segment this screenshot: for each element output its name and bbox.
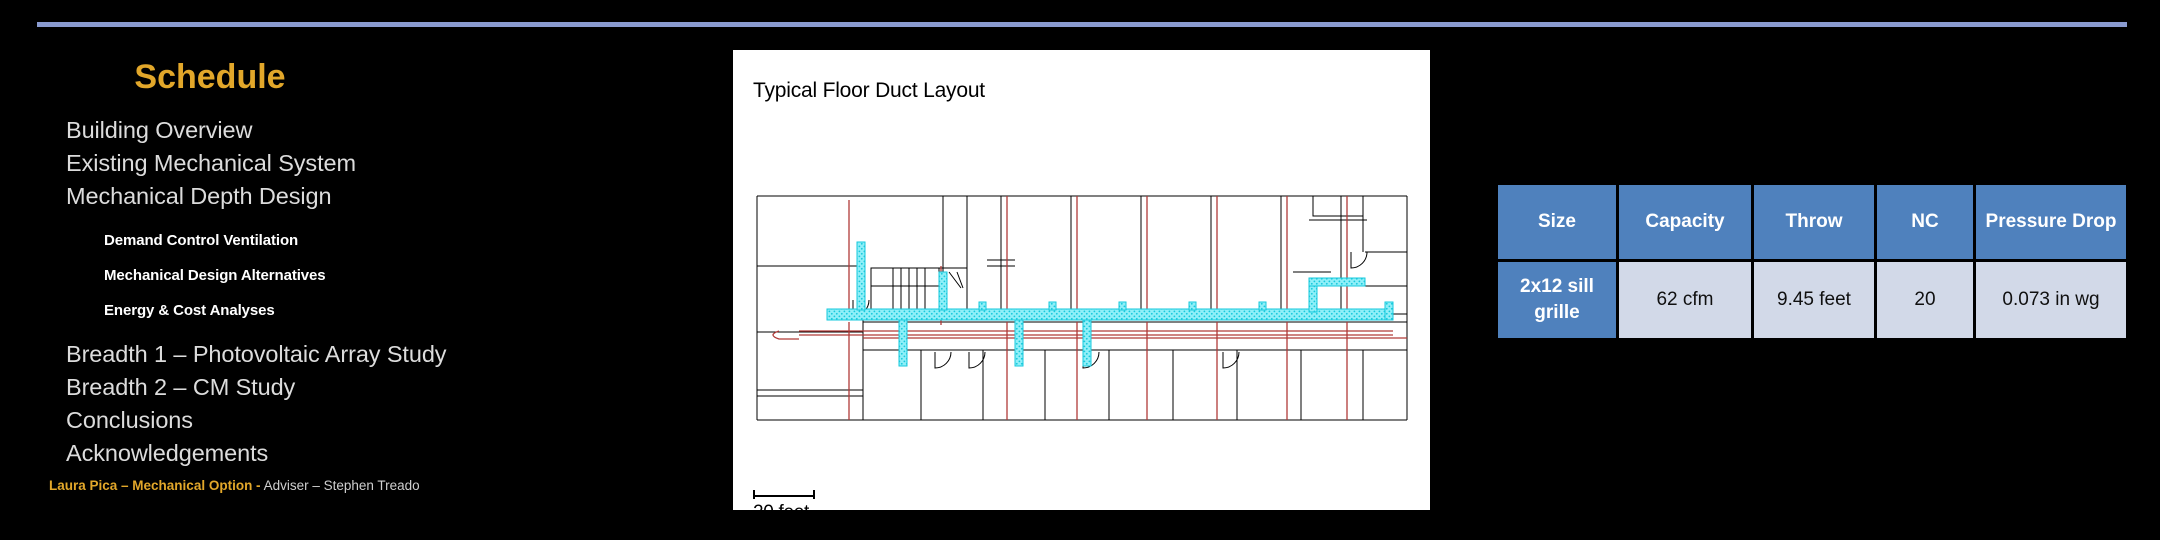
column-header-capacity: Capacity xyxy=(1619,185,1751,259)
cell-throw: 9.45 feet xyxy=(1754,262,1874,338)
scale-bar-label: 20 feet xyxy=(753,502,810,523)
agenda-item-existing-mechanical-system[interactable]: Existing Mechanical System xyxy=(66,147,536,180)
agenda-subitem-energy-cost-analyses[interactable]: Energy & Cost Analyses xyxy=(104,293,536,328)
table-row: 2x12 sill grille 62 cfm 9.45 feet 20 0.0… xyxy=(1498,262,2126,338)
scale-bar: 20 feet xyxy=(753,490,913,524)
slide-footer: Laura Pica – Mechanical Option - Adviser… xyxy=(49,478,420,493)
agenda-item-breadth-1[interactable]: Breadth 1 – Photovoltaic Array Study xyxy=(66,338,536,371)
presentation-slide: Schedule Building Overview Existing Mech… xyxy=(0,0,2160,540)
agenda-subitem-demand-control-ventilation[interactable]: Demand Control Ventilation xyxy=(104,223,536,258)
grille-spec-table-container: Size Capacity Throw NC Pressure Drop 2x1… xyxy=(1495,182,2129,341)
column-header-nc: NC xyxy=(1877,185,1973,259)
agenda-item-mechanical-depth-design[interactable]: Mechanical Depth Design xyxy=(66,180,536,213)
agenda-column: Schedule Building Overview Existing Mech… xyxy=(0,38,530,538)
agenda-item-conclusions[interactable]: Conclusions xyxy=(66,404,536,437)
agenda-list: Building Overview Existing Mechanical Sy… xyxy=(66,114,536,470)
scale-bar-rule xyxy=(753,490,815,499)
cell-pressure-drop: 0.073 in wg xyxy=(1976,262,2126,338)
floor-plan-svg xyxy=(756,195,1408,421)
agenda-item-building-overview[interactable]: Building Overview xyxy=(66,114,536,147)
table-header-row: Size Capacity Throw NC Pressure Drop xyxy=(1498,185,2126,259)
agenda-item-acknowledgements[interactable]: Acknowledgements xyxy=(66,437,536,470)
floor-plan-panel: Typical Floor Duct Layout 20 feet xyxy=(733,50,1430,523)
column-header-throw: Throw xyxy=(1754,185,1874,259)
floor-plan-drawing xyxy=(753,190,1411,425)
footer-adviser: Adviser – Stephen Treado xyxy=(263,478,420,493)
footer-presenter: Laura Pica – Mechanical Option - xyxy=(49,478,261,493)
column-header-size: Size xyxy=(1498,185,1616,259)
floor-plan-title: Typical Floor Duct Layout xyxy=(753,79,985,102)
column-header-pressure-drop: Pressure Drop xyxy=(1976,185,2126,259)
page-title: Schedule xyxy=(134,58,286,96)
header-divider-rule xyxy=(37,22,2127,27)
cell-size: 2x12 sill grille xyxy=(1498,262,1616,338)
grille-spec-table: Size Capacity Throw NC Pressure Drop 2x1… xyxy=(1495,182,2129,341)
cell-capacity: 62 cfm xyxy=(1619,262,1751,338)
cell-nc: 20 xyxy=(1877,262,1973,338)
agenda-subitem-mechanical-design-alternatives[interactable]: Mechanical Design Alternatives xyxy=(104,258,536,293)
agenda-item-breadth-2[interactable]: Breadth 2 – CM Study xyxy=(66,371,536,404)
floor-plan-ductwork xyxy=(826,241,1394,367)
